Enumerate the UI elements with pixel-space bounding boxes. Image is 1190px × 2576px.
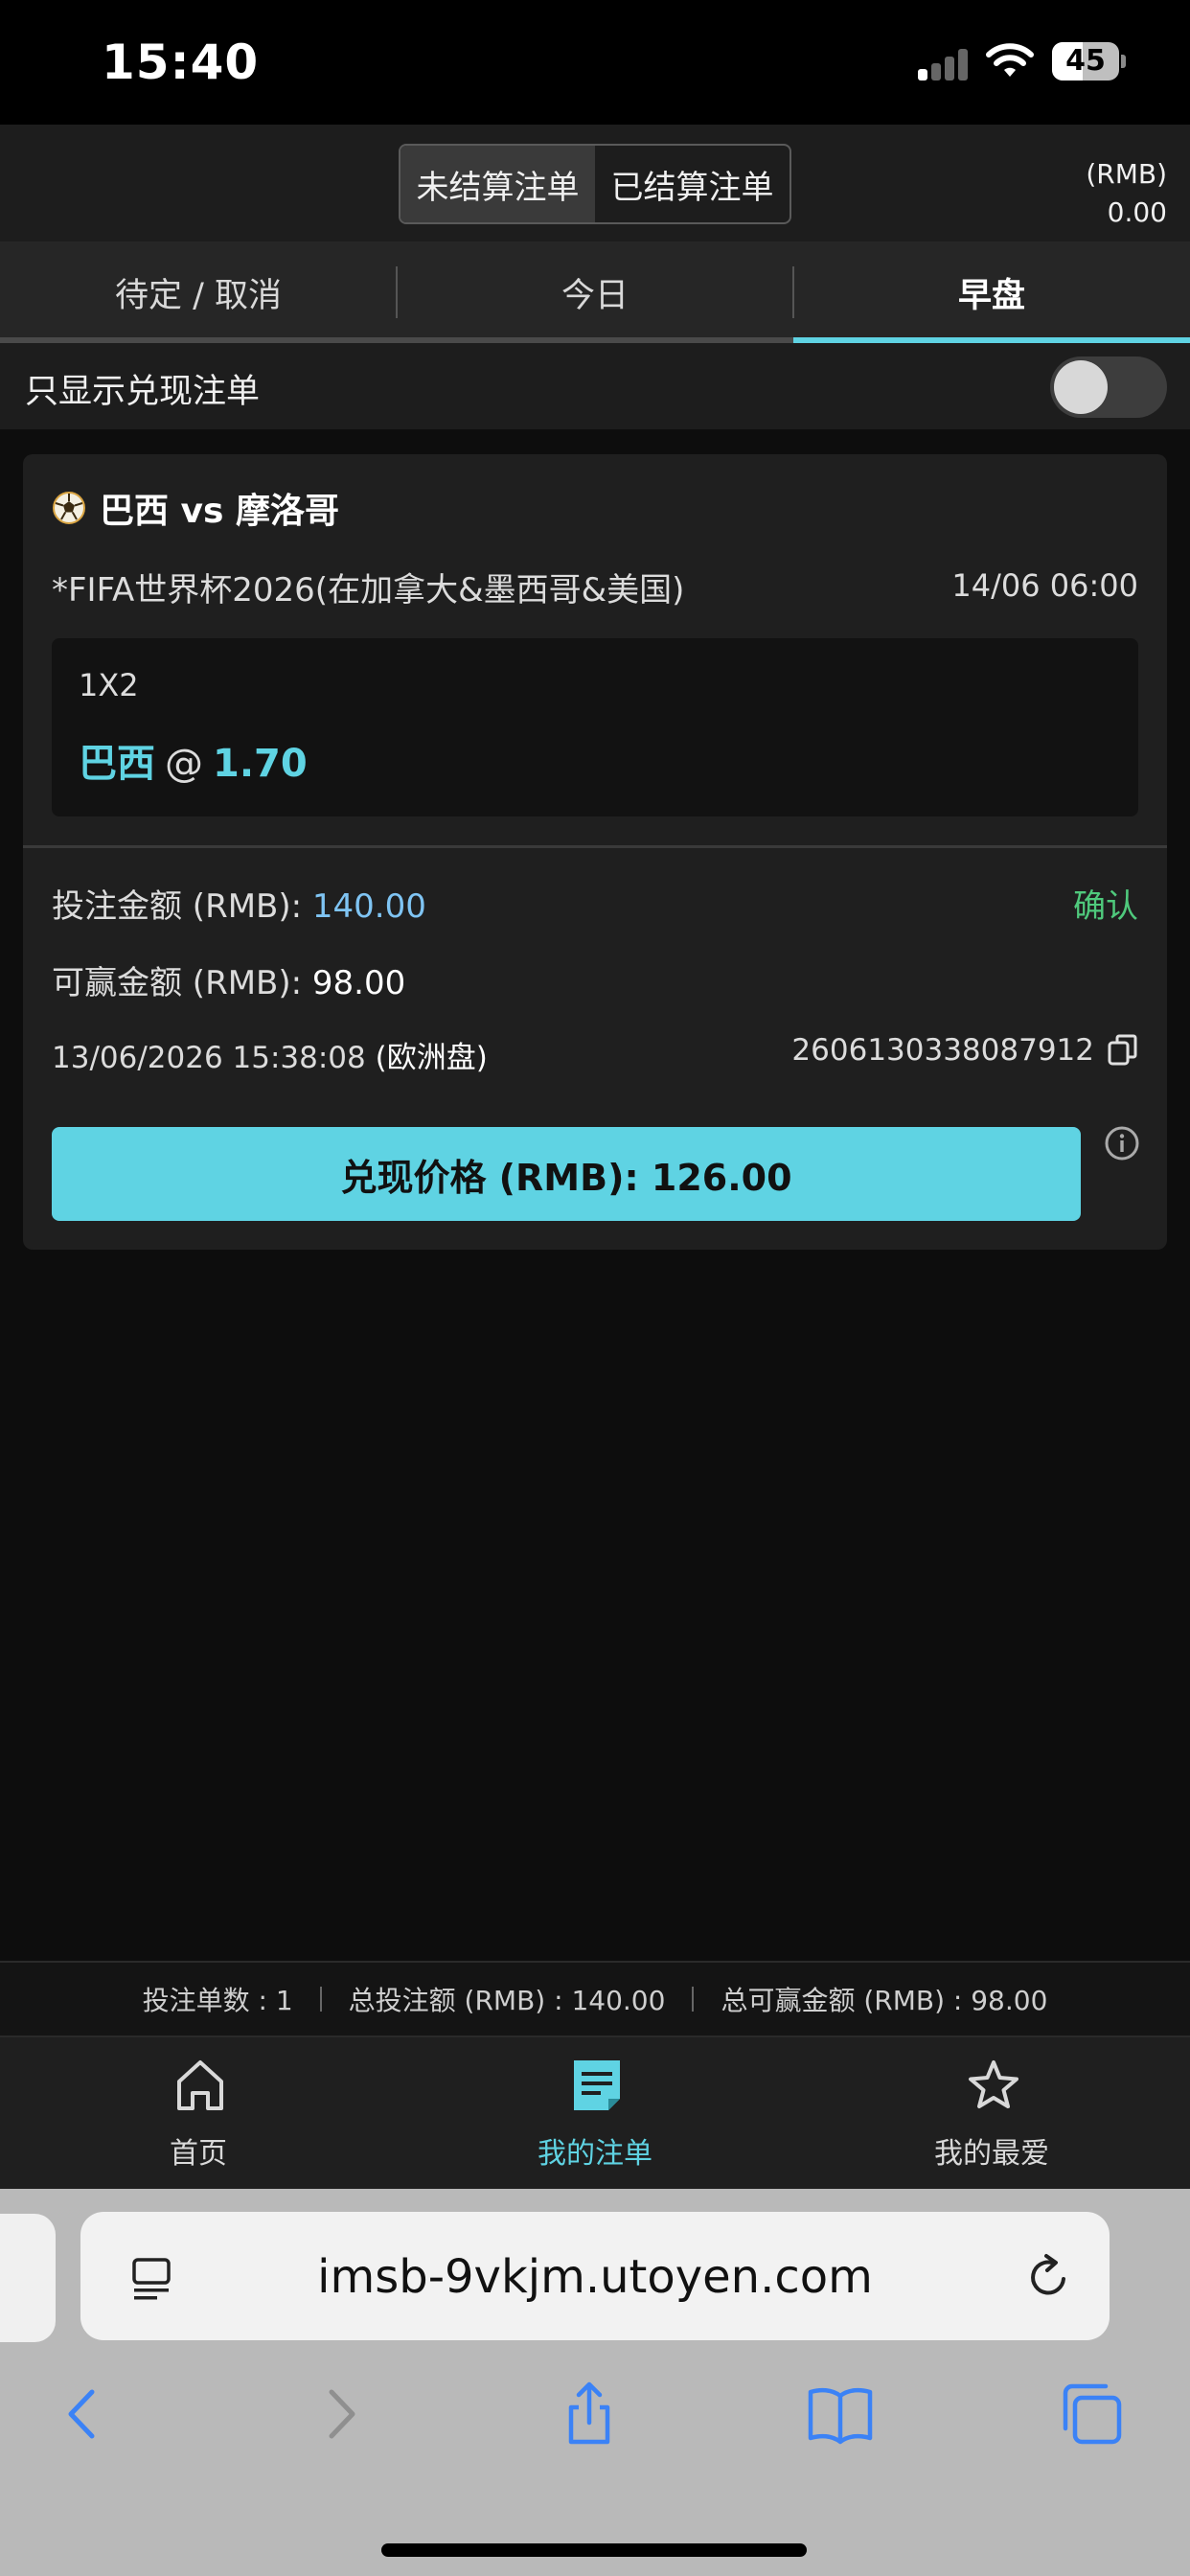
forward-icon[interactable]	[305, 2379, 376, 2450]
kickoff-time: 14/06 06:00	[951, 567, 1138, 604]
bet-id-row: 2606130338087912	[791, 1033, 1138, 1068]
card-divider	[23, 845, 1167, 848]
battery-icon: 45	[1052, 42, 1127, 80]
betslip-icon	[574, 2060, 620, 2110]
star-icon	[969, 2060, 1018, 2108]
app-header: 未结算注单 已结算注单 (RMB) 0.00	[0, 125, 1190, 242]
toggle-knob	[1054, 360, 1108, 414]
odds-type: (欧洲盘)	[375, 1041, 488, 1075]
selection-box: 1X2 巴西 @1.70	[52, 638, 1138, 816]
bet-selection: 巴西 @1.70	[79, 732, 308, 788]
home-icon	[177, 2060, 223, 2110]
wifi-icon	[986, 43, 1034, 77]
selection-team: 巴西	[79, 742, 155, 786]
cashout-only-toggle[interactable]	[1050, 356, 1167, 418]
placed-info-row: 13/06/2026 15:38:08 (欧洲盘)	[52, 1033, 488, 1076]
bet-count: 投注单数 : 1	[142, 1985, 293, 2016]
bet-summary-bar: 投注单数 : 1 总投注额 (RMB) : 140.00 总可赢金额 (RMB)…	[0, 1961, 1190, 2036]
previous-tab-peek[interactable]	[0, 2214, 56, 2342]
nav-home[interactable]: 首页	[0, 2037, 397, 2191]
stake-label: 投注金额 (RMB):	[52, 887, 303, 926]
market-tabs: 待定 / 取消 今日 早盘	[0, 242, 1190, 343]
tab-pending-cancelled[interactable]: 待定 / 取消	[0, 242, 397, 343]
unsettled-bets-tab[interactable]: 未结算注单	[400, 146, 595, 222]
potential-win-value: 98.00	[311, 964, 406, 1002]
bookmarks-icon[interactable]	[805, 2379, 876, 2450]
tab-today[interactable]: 今日	[397, 242, 793, 343]
cellular-signal-icon	[918, 48, 968, 80]
nav-my-bets-label: 我的注单	[538, 2137, 652, 2171]
reload-icon[interactable]	[1023, 2252, 1073, 2302]
placed-time: 13/06/2026 15:38:08	[52, 1041, 366, 1075]
cashout-filter-row: 只显示兑现注单	[0, 343, 1190, 429]
bottom-nav: 首页 我的注单 我的最爱	[0, 2036, 1190, 2189]
share-icon[interactable]	[554, 2379, 625, 2450]
odds-at-symbol: @	[165, 742, 203, 786]
stake-row: 投注金额 (RMB): 140.00	[52, 880, 426, 927]
tabs-icon[interactable]	[1056, 2379, 1127, 2450]
bet-id: 2606130338087912	[791, 1033, 1094, 1068]
league-name: *FIFA世界杯2026(在加拿大&墨西哥&美国)	[52, 571, 685, 610]
nav-favorites-label: 我的最爱	[934, 2137, 1049, 2171]
potential-win-label: 可赢金额 (RMB):	[52, 964, 303, 1002]
total-stake: 总投注额 (RMB) : 140.00	[348, 1985, 666, 2016]
balance-display: (RMB) 0.00	[1086, 155, 1167, 232]
potential-win-row: 可赢金额 (RMB): 98.00	[52, 956, 405, 1003]
status-time: 15:40	[102, 34, 260, 90]
back-icon[interactable]	[48, 2379, 119, 2450]
balance-currency: (RMB)	[1086, 158, 1167, 190]
market-type: 1X2	[79, 667, 139, 703]
cashout-button[interactable]: 兑现价格 (RMB): 126.00	[52, 1127, 1081, 1221]
browser-toolbar: imsb-9vkjm.utoyen.com	[0, 2189, 1190, 2576]
address-bar[interactable]: imsb-9vkjm.utoyen.com	[80, 2212, 1110, 2340]
nav-home-label: 首页	[170, 2137, 227, 2171]
bet-card: 巴西 vs 摩洛哥 *FIFA世界杯2026(在加拿大&墨西哥&美国) 14/0…	[23, 454, 1167, 1250]
soccer-ball-icon	[53, 492, 85, 524]
cashout-filter-label: 只显示兑现注单	[25, 373, 261, 411]
battery-percent: 45	[1065, 44, 1106, 78]
info-icon[interactable]	[1104, 1125, 1140, 1162]
summary-divider	[319, 1987, 322, 2012]
bet-status: 确认	[1073, 887, 1138, 926]
settled-bets-tab[interactable]: 已结算注单	[595, 146, 790, 222]
url-text: imsb-9vkjm.utoyen.com	[317, 2250, 873, 2304]
match-title: 巴西 vs 摩洛哥	[52, 483, 339, 533]
status-bar: 15:40 45	[0, 0, 1190, 125]
nav-my-bets[interactable]: 我的注单	[397, 2037, 793, 2191]
copy-icon[interactable]	[1108, 1034, 1138, 1067]
selection-odds: 1.70	[213, 742, 308, 786]
settlement-segmented-control: 未结算注单 已结算注单	[399, 144, 791, 224]
match-teams: 巴西 vs 摩洛哥	[100, 492, 339, 531]
total-potential-win: 总可赢金额 (RMB) : 98.00	[721, 1985, 1048, 2016]
balance-value: 0.00	[1107, 196, 1167, 228]
stake-value: 140.00	[311, 887, 426, 926]
home-indicator	[381, 2543, 807, 2557]
nav-favorites[interactable]: 我的最爱	[793, 2037, 1190, 2191]
summary-divider	[692, 1987, 695, 2012]
tab-early-market[interactable]: 早盘	[793, 242, 1190, 343]
